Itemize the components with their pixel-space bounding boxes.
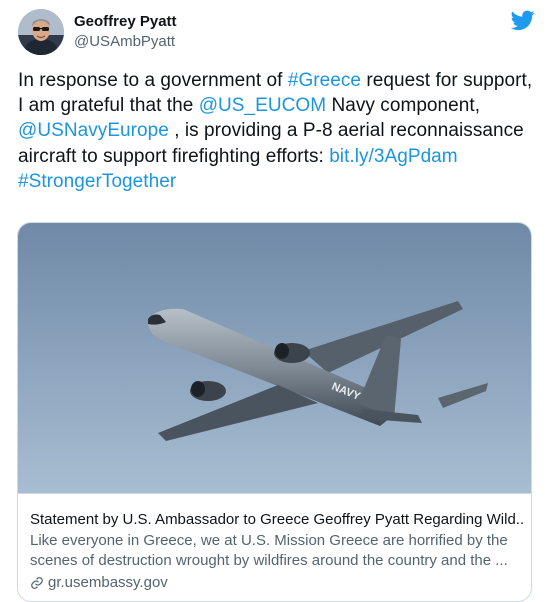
author-names: Geoffrey Pyatt @USAmbPyatt — [74, 12, 177, 52]
twitter-bird-icon[interactable] — [510, 8, 536, 32]
card-domain: gr.usembassy.gov — [30, 573, 525, 593]
card-info: Statement by U.S. Ambassador to Greece G… — [30, 510, 525, 593]
short-url-link[interactable]: bit.ly/3AgPdam — [329, 146, 458, 167]
card-description-line: Like everyone in Greece, we at U.S. Miss… — [30, 532, 508, 549]
tweet-text-segment: Navy component, — [326, 95, 481, 117]
hashtag-strongertogether-link[interactable]: #StrongerTogether — [18, 171, 176, 192]
avatar[interactable] — [18, 9, 64, 55]
card-description-line: scenes of destruction wrought by wildfir… — [30, 552, 508, 569]
card-domain-text: gr.usembassy.gov — [48, 574, 168, 591]
card-divider — [18, 493, 531, 494]
hashtag-greece-link[interactable]: #Greece — [288, 70, 361, 91]
author-handle[interactable]: @USAmbPyatt — [74, 32, 177, 52]
card-image: NAVY — [18, 223, 531, 493]
tweet-text: In response to a government of #Greece r… — [18, 68, 538, 194]
author-display-name[interactable]: Geoffrey Pyatt — [74, 12, 177, 32]
link-icon — [31, 577, 43, 589]
tweet-text-segment: In response to a government of — [18, 70, 288, 91]
card-title: Statement by U.S. Ambassador to Greece G… — [30, 511, 525, 528]
card-description: Like everyone in Greece, we at U.S. Miss… — [30, 531, 525, 571]
mention-usnavyeurope-link[interactable]: @USNavyEurope — [18, 120, 169, 141]
mention-us-eucom-link[interactable]: @US_EUCOM — [199, 95, 326, 116]
tweet-header: Geoffrey Pyatt @USAmbPyatt — [18, 6, 536, 58]
tweet-card: Geoffrey Pyatt @USAmbPyatt In response t… — [0, 0, 552, 602]
link-preview-card[interactable]: NAVY Statement by U.S. Ambassador to Gre… — [17, 222, 532, 602]
avatar-image — [18, 9, 64, 55]
